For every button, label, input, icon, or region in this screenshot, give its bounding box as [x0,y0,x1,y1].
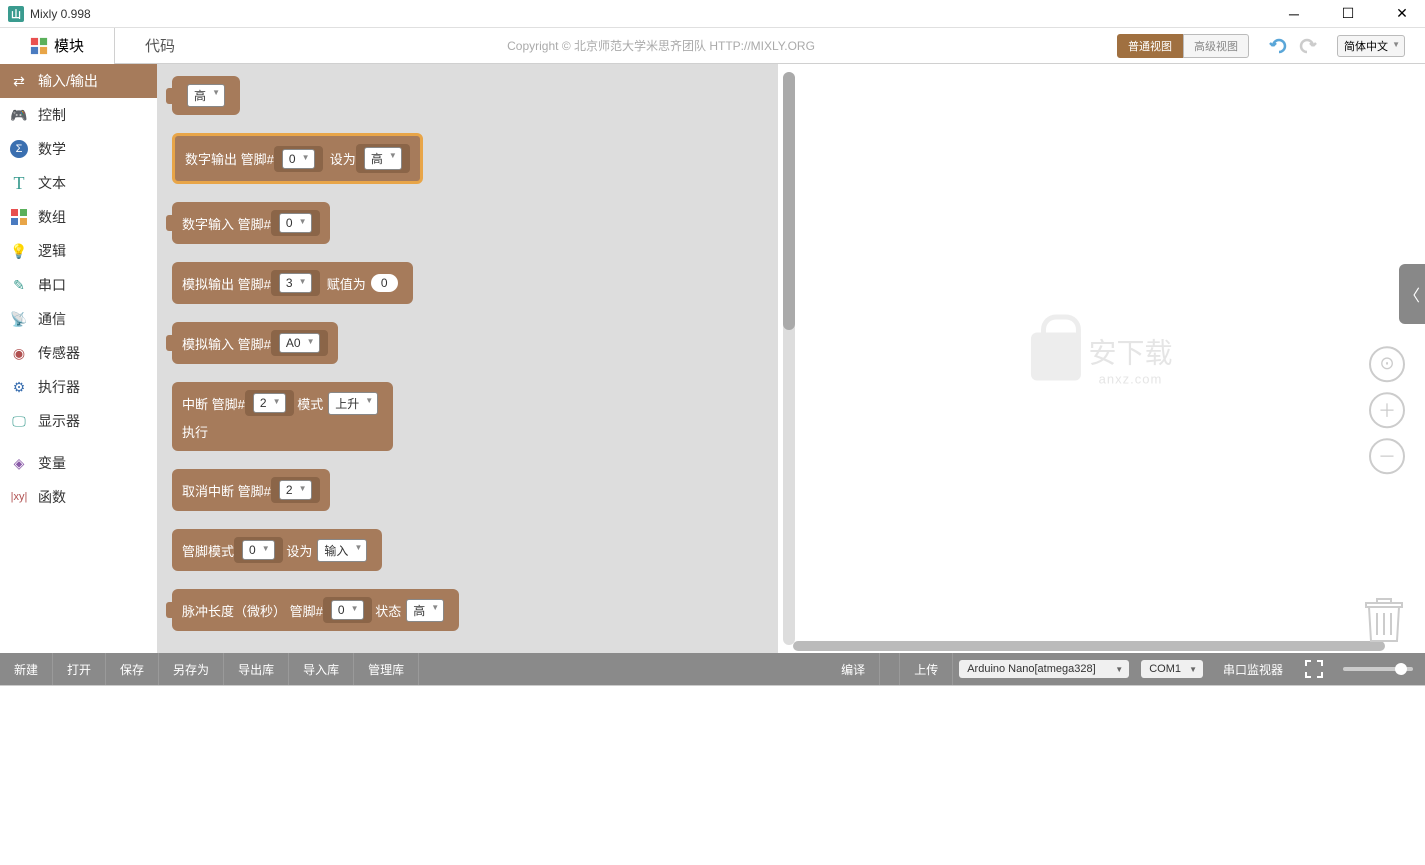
block-analog-write[interactable]: 模拟输出 管脚# 3 赋值为 0 [172,262,413,304]
cube-icon: ◈ [10,454,28,472]
close-button[interactable]: ✕ [1387,4,1417,24]
block-interrupt[interactable]: 中断 管脚# 2 模式 上升 执行 [172,382,393,451]
satellite-icon: 📡 [10,310,28,328]
vertical-scrollbar[interactable] [783,72,795,645]
pin-dropdown[interactable]: 0 [282,149,315,169]
zoom-in-button[interactable]: ＋ [1369,392,1405,428]
pin-dropdown[interactable]: 3 [279,273,312,293]
mode-dropdown[interactable]: 输入 [317,539,367,562]
zoom-slider[interactable] [1343,667,1413,671]
canvas-controls: ⊙ ＋ － [1369,346,1405,474]
minimize-button[interactable]: ─ [1279,4,1309,24]
pin-dropdown[interactable]: A0 [279,333,320,353]
sidebar-item-control[interactable]: 🎮控制 [0,98,157,132]
block-pulse-in[interactable]: 脉冲长度（微秒） 管脚# 0 状态 高 [172,589,459,631]
app-icon: 山 [8,6,24,22]
language-select[interactable]: 简体中文 [1337,35,1405,57]
mode-dropdown[interactable]: 上升 [328,392,378,415]
import-lib-button[interactable]: 导入库 [289,653,354,685]
bulb-icon: 💡 [10,242,28,260]
maximize-button[interactable]: ☐ [1333,4,1363,24]
save-button[interactable]: 保存 [106,653,159,685]
zoom-out-button[interactable]: － [1369,438,1405,474]
io-icon: ⇄ [10,72,28,90]
center-button[interactable]: ⊙ [1369,346,1405,382]
watermark: 安下载 anxz.com [1030,331,1172,386]
sensor-icon: ◉ [10,344,28,362]
output-console [0,685,1425,865]
horizontal-scrollbar[interactable] [793,641,1385,651]
value-dropdown[interactable]: 高 [364,147,402,170]
side-panel-handle[interactable]: 〈 [1399,264,1425,324]
value-field[interactable]: 0 [371,274,398,292]
puzzle-icon [30,37,48,55]
pin-dropdown[interactable]: 2 [253,393,286,413]
chip-icon [1305,660,1323,678]
open-button[interactable]: 打开 [53,653,106,685]
normal-view-button[interactable]: 普通视图 [1117,34,1183,58]
pin-dropdown[interactable]: 0 [242,540,275,560]
manage-lib-button[interactable]: 管理库 [354,653,419,685]
sidebar-item-serial[interactable]: ✎串口 [0,268,157,302]
canvas[interactable]: 安下载 anxz.com [778,64,1425,653]
block-high-value[interactable]: 高 [172,76,240,115]
block-digital-read[interactable]: 数字输入 管脚# 0 [172,202,330,244]
pin-dropdown[interactable]: 2 [279,480,312,500]
tab-code[interactable]: 代码 [115,28,205,64]
text-icon: T [10,174,28,192]
trash-button[interactable] [1363,595,1405,643]
sidebar-item-array[interactable]: 数组 [0,200,157,234]
board-select[interactable]: Arduino Nano[atmega328] [959,660,1129,678]
block-pin-mode[interactable]: 管脚模式 0 设为 输入 [172,529,382,571]
sidebar-item-variable[interactable]: ◈变量 [0,446,157,480]
redo-button[interactable] [1297,36,1317,56]
pen-icon: ✎ [10,276,28,294]
saveas-button[interactable]: 另存为 [159,653,224,685]
workspace[interactable]: 高 数字输出 管脚# 0 设为 高 数字输入 管脚# 0 模拟输出 管脚# 3 … [158,64,1425,653]
port-select[interactable]: COM1 [1141,660,1203,678]
sidebar-item-comm[interactable]: 📡通信 [0,302,157,336]
sidebar-item-sensor[interactable]: ◉传感器 [0,336,157,370]
high-dropdown[interactable]: 高 [187,84,225,107]
footer-toolbar: 新建 打开 保存 另存为 导出库 导入库 管理库 编译 上传 Arduino N… [0,653,1425,685]
sidebar-item-display[interactable]: 🖵显示器 [0,404,157,438]
category-sidebar: ⇄输入/输出 🎮控制 Σ数学 T文本 数组 💡逻辑 ✎串口 📡通信 ◉传感器 ⚙… [0,64,158,653]
sidebar-item-text[interactable]: T文本 [0,166,157,200]
tab-module-label: 模块 [54,35,84,56]
grid-icon [10,208,28,226]
sidebar-item-math[interactable]: Σ数学 [0,132,157,166]
upload-button[interactable]: 上传 [900,653,953,685]
block-analog-read[interactable]: 模拟输入 管脚# A0 [172,322,338,364]
app-title: Mixly 0.998 [30,7,91,21]
new-button[interactable]: 新建 [0,653,53,685]
monitor-icon: 🖵 [10,412,28,430]
sidebar-item-logic[interactable]: 💡逻辑 [0,234,157,268]
gamepad-icon: 🎮 [10,106,28,124]
block-palette: 高 数字输出 管脚# 0 设为 高 数字输入 管脚# 0 模拟输出 管脚# 3 … [158,64,778,653]
state-dropdown[interactable]: 高 [406,599,444,622]
export-lib-button[interactable]: 导出库 [224,653,289,685]
tab-module[interactable]: 模块 [0,28,115,64]
sidebar-item-io[interactable]: ⇄输入/输出 [0,64,157,98]
block-digital-write[interactable]: 数字输出 管脚# 0 设为 高 [172,133,423,184]
function-icon: |xy| [10,488,28,506]
titlebar: 山 Mixly 0.998 ─ ☐ ✕ [0,0,1425,28]
main-area: ⇄输入/输出 🎮控制 Σ数学 T文本 数组 💡逻辑 ✎串口 📡通信 ◉传感器 ⚙… [0,64,1425,653]
pin-dropdown[interactable]: 0 [331,600,364,620]
copyright-text: Copyright © 北京师范大学米思齐团队 HTTP://MIXLY.ORG [205,37,1117,54]
compile-button[interactable]: 编译 [827,653,880,685]
sigma-icon: Σ [10,140,28,158]
header: 模块 代码 Copyright © 北京师范大学米思齐团队 HTTP://MIX… [0,28,1425,64]
block-detach-interrupt[interactable]: 取消中断 管脚# 2 [172,469,330,511]
pin-dropdown[interactable]: 0 [279,213,312,233]
sidebar-item-function[interactable]: |xy|函数 [0,480,157,514]
advanced-view-button[interactable]: 高级视图 [1183,34,1249,58]
sidebar-item-actuator[interactable]: ⚙执行器 [0,370,157,404]
undo-button[interactable] [1269,36,1289,56]
serial-monitor-button[interactable]: 串口监视器 [1209,653,1297,685]
motor-icon: ⚙ [10,378,28,396]
